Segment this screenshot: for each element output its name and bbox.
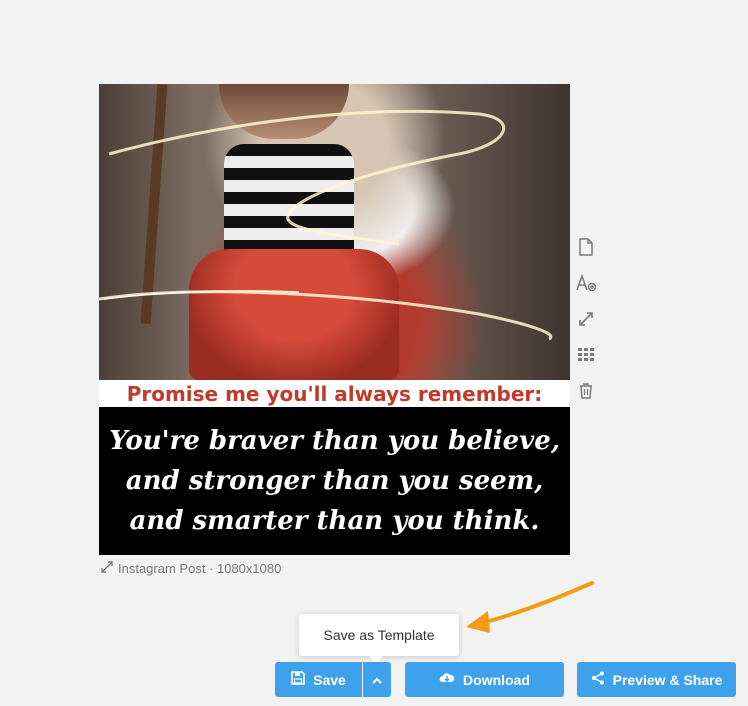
save-options-toggle[interactable] (363, 662, 391, 697)
expand-icon (101, 561, 113, 576)
side-toolbar (574, 236, 598, 402)
background-photo (99, 84, 570, 380)
save-label: Save (313, 671, 346, 688)
trash-icon[interactable] (575, 380, 597, 402)
sparkle-trail (99, 109, 553, 341)
quote-line[interactable]: and smarter than you think. (130, 501, 540, 541)
canvas-size-label[interactable]: Instagram Post · 1080x1080 (101, 561, 281, 576)
headline-text[interactable]: Promise me you'll always remember: (127, 382, 543, 406)
headline-band[interactable]: Promise me you'll always remember: (99, 380, 570, 407)
download-label: Download (463, 671, 530, 688)
annotation-arrow-icon (466, 581, 594, 633)
resize-icon[interactable] (575, 308, 597, 330)
cloud-download-icon (439, 671, 455, 688)
download-button[interactable]: Download (405, 662, 564, 697)
preview-share-label: Preview & Share (612, 671, 723, 688)
share-icon (591, 671, 605, 688)
save-button[interactable]: Save (275, 662, 362, 697)
text-add-icon[interactable] (575, 272, 597, 294)
preview-share-button[interactable]: Preview & Share (577, 662, 736, 697)
grid-icon[interactable] (575, 344, 597, 366)
size-label-text: Instagram Post · 1080x1080 (118, 561, 282, 576)
quote-line[interactable]: and stronger than you seem, (126, 461, 543, 501)
floppy-disk-icon (291, 671, 305, 688)
save-as-template-label[interactable]: Save as Template (323, 627, 434, 643)
page-icon[interactable] (575, 236, 597, 258)
save-as-template-option[interactable]: Save as Template (299, 614, 459, 663)
quote-block[interactable]: You're braver than you believe, and stro… (99, 407, 570, 555)
chevron-up-icon (372, 672, 382, 688)
design-canvas[interactable]: Promise me you'll always remember: You'r… (99, 84, 570, 555)
quote-line[interactable]: You're braver than you believe, (109, 421, 560, 461)
